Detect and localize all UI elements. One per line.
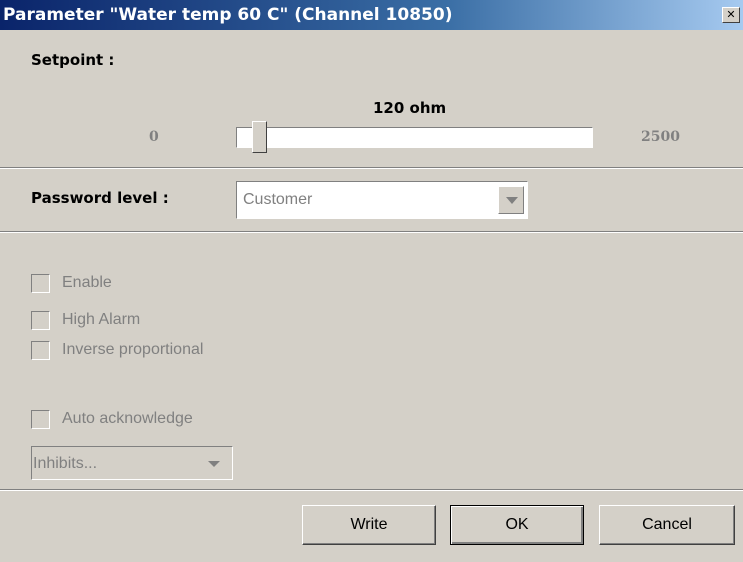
ok-button-label: OK <box>505 516 529 533</box>
setpoint-slider-track[interactable] <box>236 127 593 148</box>
enable-checkbox[interactable] <box>31 274 50 293</box>
setpoint-label: Setpoint : <box>31 51 115 69</box>
close-icon: ✕ <box>726 8 736 21</box>
high-alarm-label: High Alarm <box>62 311 141 328</box>
chevron-down-icon <box>208 461 220 467</box>
chevron-down-icon <box>506 197 518 204</box>
setpoint-slider-thumb[interactable] <box>252 121 267 153</box>
slider-min-label: 0 <box>149 129 159 145</box>
inverse-proportional-label: Inverse proportional <box>62 341 204 358</box>
window-title: Parameter "Water temp 60 C" (Channel 108… <box>3 5 453 25</box>
divider <box>0 167 743 169</box>
inhibits-dropdown[interactable]: Inhibits... <box>31 446 233 480</box>
high-alarm-checkbox[interactable] <box>31 311 50 330</box>
divider <box>0 231 743 233</box>
password-level-dropdown[interactable]: Customer <box>236 181 528 219</box>
auto-acknowledge-checkbox[interactable] <box>31 410 50 429</box>
divider <box>0 489 743 491</box>
auto-acknowledge-label: Auto acknowledge <box>62 410 193 427</box>
password-level-value: Customer <box>243 191 313 208</box>
write-button[interactable]: Write <box>302 505 436 545</box>
cancel-button[interactable]: Cancel <box>599 505 735 545</box>
cancel-button-label: Cancel <box>642 516 692 533</box>
password-level-label: Password level : <box>31 189 169 207</box>
ok-button[interactable]: OK <box>450 505 584 545</box>
slider-max-label: 2500 <box>641 129 680 145</box>
close-button[interactable]: ✕ <box>722 7 740 23</box>
inverse-proportional-checkbox[interactable] <box>31 341 50 360</box>
write-button-label: Write <box>350 516 388 533</box>
title-bar: Parameter "Water temp 60 C" (Channel 108… <box>0 0 743 30</box>
inhibits-value: Inhibits... <box>33 455 98 472</box>
dropdown-button[interactable] <box>498 186 524 214</box>
enable-label: Enable <box>62 274 112 291</box>
setpoint-value: 120 ohm <box>373 99 447 117</box>
